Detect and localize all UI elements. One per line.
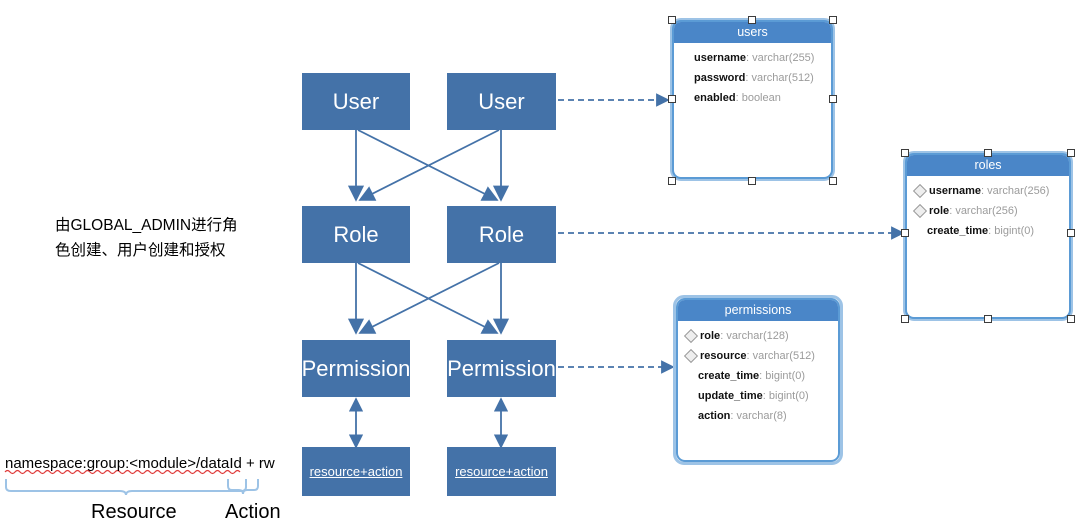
diagram-canvas: User User Role Role Permission Permissio… xyxy=(0,0,1080,531)
table-card-users[interactable]: users username : varchar(255) password :… xyxy=(672,20,833,179)
flow-box-label: User xyxy=(478,88,525,114)
diamond-key-icon xyxy=(683,348,699,364)
brace-resource xyxy=(5,479,247,496)
resize-handle-icon[interactable] xyxy=(901,149,909,157)
table-field-row: username : varchar(256) xyxy=(907,182,1069,200)
brace-label-resource: Resource xyxy=(91,501,177,523)
field-name: enabled xyxy=(694,92,736,104)
diamond-key-icon xyxy=(684,390,695,401)
resize-handle-icon[interactable] xyxy=(1067,149,1075,157)
resize-handle-icon[interactable] xyxy=(984,149,992,157)
table-field-row: role : varchar(256) xyxy=(907,202,1069,220)
field-type: : boolean xyxy=(735,92,781,104)
table-field-row: create_time : bigint(0) xyxy=(678,367,838,385)
field-type: : varchar(8) xyxy=(730,410,787,422)
diamond-key-icon xyxy=(680,72,691,83)
arrow-role-left-to-permission-right xyxy=(357,262,499,334)
arrow-user-right-to-role-left xyxy=(358,129,500,201)
diamond-key-icon xyxy=(683,328,699,344)
brace-label-action: Action xyxy=(225,501,281,523)
field-name: password xyxy=(694,72,746,84)
diamond-key-icon xyxy=(684,410,695,421)
field-name: role xyxy=(700,330,721,342)
resize-handle-icon[interactable] xyxy=(1067,315,1075,323)
flow-box-resource-action-right[interactable]: resource+action xyxy=(447,447,556,496)
field-name: action xyxy=(698,410,731,422)
table-field-row: role : varchar(128) xyxy=(678,327,838,345)
field-type: : bigint(0) xyxy=(759,370,806,382)
flow-box-permission-right[interactable]: Permission xyxy=(447,340,556,397)
field-type: : varchar(512) xyxy=(745,72,814,84)
diamond-key-icon xyxy=(912,183,928,199)
resize-handle-icon[interactable] xyxy=(984,315,992,323)
field-type: : varchar(256) xyxy=(949,205,1018,217)
field-type: : varchar(255) xyxy=(745,52,815,64)
resource-expression-text: namespace:group:<module>/dataId + rw xyxy=(5,455,275,472)
table-field-row: resource : varchar(512) xyxy=(678,347,838,365)
flow-box-resource-action-left[interactable]: resource+action xyxy=(302,447,410,496)
flow-box-permission-left[interactable]: Permission xyxy=(302,340,410,397)
flow-box-user-left[interactable]: User xyxy=(302,73,410,130)
field-type: : varchar(256) xyxy=(980,185,1050,197)
flow-box-label: Permission xyxy=(447,355,556,381)
chinese-annotation-note: 由GLOBAL_ADMIN进行角 色创建、用户创建和授权 xyxy=(55,217,238,259)
resize-handle-icon[interactable] xyxy=(748,177,756,185)
table-title-roles: roles xyxy=(907,155,1069,176)
field-type: : bigint(0) xyxy=(762,390,809,402)
diamond-key-icon xyxy=(912,203,928,219)
flow-box-user-right[interactable]: User xyxy=(447,73,556,130)
diamond-key-icon xyxy=(913,225,924,236)
flow-box-label: resource+action xyxy=(309,464,403,479)
field-name: username xyxy=(929,185,981,197)
resize-handle-icon[interactable] xyxy=(901,315,909,323)
brace-action xyxy=(227,479,259,495)
arrow-user-left-to-role-right xyxy=(357,129,499,201)
flow-box-role-right[interactable]: Role xyxy=(447,206,556,263)
field-name: create_time xyxy=(698,370,760,382)
resize-handle-icon[interactable] xyxy=(668,16,676,24)
flow-box-label: User xyxy=(332,88,380,114)
flow-box-label: Role xyxy=(478,221,525,247)
resize-handle-icon[interactable] xyxy=(829,95,837,103)
table-field-row: create_time : bigint(0) xyxy=(907,222,1069,240)
flow-box-label: Role xyxy=(333,221,379,247)
table-field-row: update_time : bigint(0) xyxy=(678,387,838,405)
resize-handle-icon[interactable] xyxy=(901,229,909,237)
table-field-row: password : varchar(512) xyxy=(674,69,831,87)
table-fields-roles: username : varchar(256) role : varchar(2… xyxy=(907,176,1069,240)
table-field-row: username : varchar(255) xyxy=(674,49,831,67)
resize-handle-icon[interactable] xyxy=(1067,229,1075,237)
field-type: : bigint(0) xyxy=(988,225,1035,237)
field-name: resource xyxy=(700,350,747,362)
flow-box-label: Permission xyxy=(301,355,411,381)
resize-handle-icon[interactable] xyxy=(829,16,837,24)
table-card-permissions[interactable]: permissions role : varchar(128) resource… xyxy=(676,298,840,462)
table-fields-users: username : varchar(255) password : varch… xyxy=(674,43,831,107)
field-name: role xyxy=(929,205,950,217)
table-field-row: action : varchar(8) xyxy=(678,407,838,425)
resize-handle-icon[interactable] xyxy=(748,16,756,24)
field-name: username xyxy=(694,52,746,64)
table-card-roles[interactable]: roles username : varchar(256) role : var… xyxy=(905,153,1071,319)
field-name: create_time xyxy=(927,225,989,237)
diamond-key-icon xyxy=(680,52,691,63)
table-field-row: enabled : boolean xyxy=(674,89,831,107)
resize-handle-icon[interactable] xyxy=(829,177,837,185)
diamond-key-icon xyxy=(680,92,691,103)
field-type: : varchar(512) xyxy=(746,350,815,362)
field-type: : varchar(128) xyxy=(720,330,789,342)
flow-box-label: resource+action xyxy=(455,464,548,479)
table-title-permissions: permissions xyxy=(678,300,838,321)
resize-handle-icon[interactable] xyxy=(668,177,676,185)
table-fields-permissions: role : varchar(128) resource : varchar(5… xyxy=(678,321,838,425)
diamond-key-icon xyxy=(684,370,695,381)
field-name: update_time xyxy=(698,390,763,402)
flow-box-role-left[interactable]: Role xyxy=(302,206,410,263)
table-title-users: users xyxy=(674,22,831,43)
arrow-role-right-to-permission-left xyxy=(358,262,500,334)
resize-handle-icon[interactable] xyxy=(668,95,676,103)
